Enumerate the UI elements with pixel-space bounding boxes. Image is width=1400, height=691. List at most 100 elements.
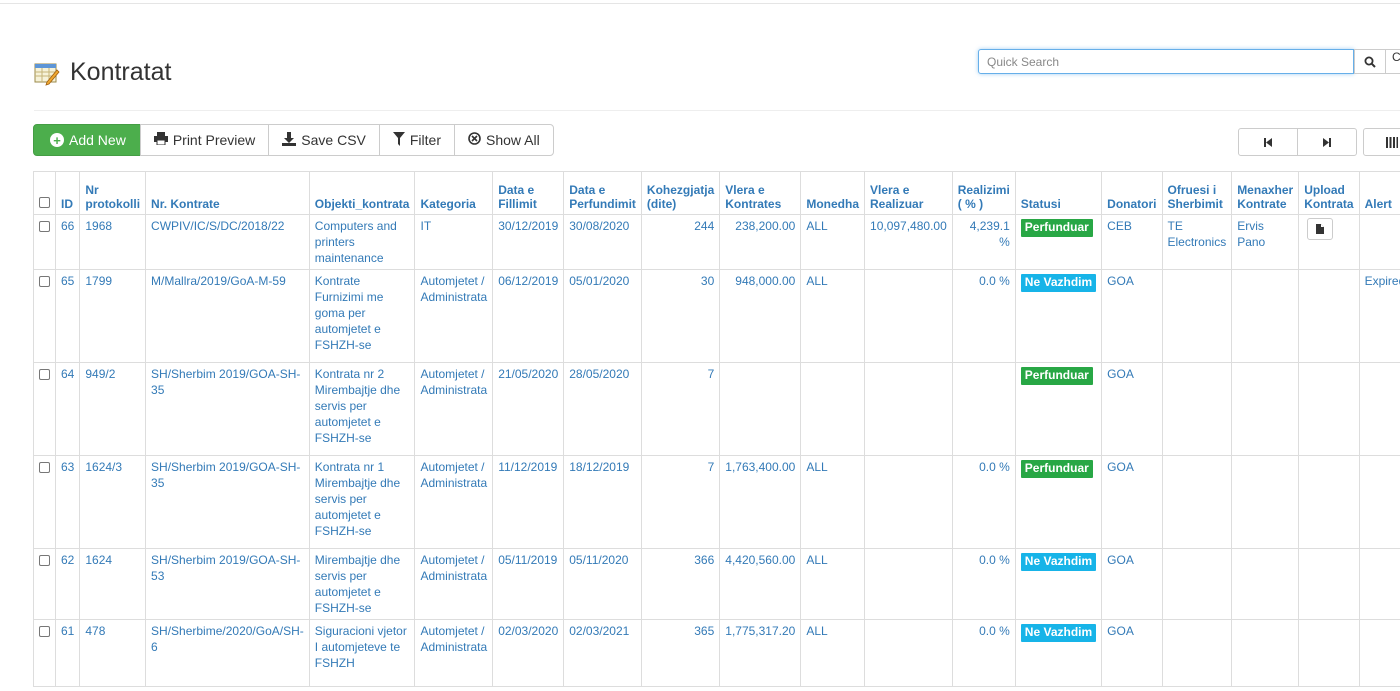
col-kategoria[interactable]: Kategoria bbox=[414, 171, 494, 215]
cell-ofruesi[interactable] bbox=[1161, 548, 1233, 620]
row-checkbox[interactable] bbox=[39, 369, 50, 380]
cell-menaxher[interactable] bbox=[1231, 455, 1300, 549]
cell-realizimi[interactable]: 0.0 % bbox=[951, 548, 1016, 620]
cell-donatori[interactable]: GOA bbox=[1101, 548, 1163, 620]
col-data-fillimit[interactable]: Data e Fillimit bbox=[492, 171, 565, 215]
cell-donatori[interactable]: GOA bbox=[1101, 619, 1163, 687]
table-row[interactable]: 66 1968 CWPIV/IC/S/DC/2018/22 Computers … bbox=[33, 214, 1400, 270]
print-preview-button[interactable]: Print Preview bbox=[139, 124, 270, 156]
cell-id[interactable]: 66 bbox=[54, 214, 81, 270]
cell-kategoria[interactable]: Automjetet / Administrata bbox=[414, 362, 494, 456]
cell-alert[interactable] bbox=[1358, 362, 1400, 456]
cell-realizimi[interactable]: 4,239.1 % bbox=[951, 214, 1016, 270]
cell-vlera-realizuar[interactable] bbox=[864, 548, 953, 620]
cell-objekti[interactable]: Siguracioni vjetor I automjeteve te FSHZ… bbox=[308, 619, 416, 687]
cell-nr-kontrate[interactable]: M/Mallra/2019/GoA-M-59 bbox=[145, 269, 310, 363]
col-data-perfundimit[interactable]: Data e Perfundimit bbox=[563, 171, 642, 215]
cell-kategoria[interactable]: Automjetet / Administrata bbox=[414, 269, 494, 363]
cell-monedha[interactable]: ALL bbox=[800, 548, 866, 620]
cell-objekti[interactable]: Kontrata nr 1 Mirembajtje dhe servis per… bbox=[308, 455, 416, 549]
cell-menaxher[interactable] bbox=[1231, 548, 1300, 620]
cell-nr-protokolli[interactable]: 1624/3 bbox=[79, 455, 147, 549]
col-donatori[interactable]: Donatori bbox=[1101, 171, 1163, 215]
cell-menaxher[interactable]: Ervis Pano bbox=[1231, 214, 1300, 270]
cell-alert[interactable] bbox=[1358, 455, 1400, 549]
cell-data-fillimit[interactable]: 11/12/2019 bbox=[492, 455, 565, 549]
cell-kohezgjatja[interactable]: 244 bbox=[640, 214, 721, 270]
table-row[interactable]: 61 478 SH/Sherbime/2020/GoA/SH-6 Sigurac… bbox=[33, 619, 1400, 687]
cell-alert[interactable] bbox=[1358, 214, 1400, 270]
cell-nr-protokolli[interactable]: 949/2 bbox=[79, 362, 147, 456]
search-options-button[interactable]: C bbox=[1386, 49, 1400, 74]
cell-donatori[interactable]: CEB bbox=[1101, 214, 1163, 270]
col-upload[interactable]: Upload Kontrata bbox=[1298, 171, 1360, 215]
cell-ofruesi[interactable]: TE Electronics bbox=[1161, 214, 1233, 270]
cell-monedha[interactable]: ALL bbox=[800, 269, 866, 363]
cell-ofruesi[interactable] bbox=[1161, 455, 1233, 549]
cell-menaxher[interactable] bbox=[1231, 362, 1300, 456]
cell-vlera-kontrates[interactable]: 948,000.00 bbox=[719, 269, 802, 363]
cell-id[interactable]: 62 bbox=[54, 548, 81, 620]
row-checkbox[interactable] bbox=[39, 462, 50, 473]
cell-kohezgjatja[interactable]: 7 bbox=[640, 362, 721, 456]
cell-objekti[interactable]: Kontrata nr 2 Mirembajtje dhe servis per… bbox=[308, 362, 416, 456]
cell-kategoria[interactable]: Automjetet / Administrata bbox=[414, 619, 494, 687]
col-nr-kontrate[interactable]: Nr. Kontrate bbox=[145, 171, 310, 215]
cell-monedha[interactable]: ALL bbox=[800, 214, 866, 270]
cell-ofruesi[interactable] bbox=[1161, 362, 1233, 456]
cell-kategoria[interactable]: Automjetet / Administrata bbox=[414, 548, 494, 620]
show-all-button[interactable]: Show All bbox=[454, 124, 554, 156]
col-objekti[interactable]: Objekti_kontrata bbox=[308, 171, 416, 215]
select-all-cell[interactable] bbox=[33, 171, 56, 215]
cell-data-perfundimit[interactable]: 05/11/2020 bbox=[563, 548, 642, 620]
cell-nr-protokolli[interactable]: 1799 bbox=[79, 269, 147, 363]
cell-kategoria[interactable]: IT bbox=[414, 214, 494, 270]
cell-alert[interactable]: Expired bbox=[1358, 269, 1400, 363]
row-checkbox[interactable] bbox=[39, 221, 50, 232]
cell-data-perfundimit[interactable]: 30/08/2020 bbox=[563, 214, 642, 270]
cell-id[interactable]: 61 bbox=[54, 619, 81, 687]
upload-button[interactable] bbox=[1307, 218, 1334, 240]
row-checkbox[interactable] bbox=[39, 276, 50, 287]
col-menaxher[interactable]: Menaxher Kontrate bbox=[1231, 171, 1300, 215]
cell-realizimi[interactable]: 0.0 % bbox=[951, 619, 1016, 687]
quick-search-input[interactable] bbox=[978, 49, 1354, 74]
filter-button[interactable]: Filter bbox=[378, 124, 455, 156]
row-checkbox[interactable] bbox=[39, 555, 50, 566]
col-vlera-realizuar[interactable]: Vlera e Realizuar bbox=[864, 171, 953, 215]
cell-nr-protokolli[interactable]: 1968 bbox=[79, 214, 147, 270]
col-nr-protokolli[interactable]: Nr protokolli bbox=[79, 171, 147, 215]
cell-kohezgjatja[interactable]: 30 bbox=[640, 269, 721, 363]
cell-realizimi[interactable]: 0.0 % bbox=[951, 269, 1016, 363]
cell-nr-kontrate[interactable]: SH/Sherbim 2019/GOA-SH-35 bbox=[145, 362, 310, 456]
cell-realizimi[interactable] bbox=[951, 362, 1016, 456]
col-realizimi[interactable]: Realizimi ( % ) bbox=[951, 171, 1016, 215]
cell-kohezgjatja[interactable]: 366 bbox=[640, 548, 721, 620]
cell-vlera-realizuar[interactable]: 10,097,480.00 bbox=[864, 214, 953, 270]
cell-vlera-kontrates[interactable]: 4,420,560.00 bbox=[719, 548, 802, 620]
cell-nr-kontrate[interactable]: SH/Sherbim 2019/GOA-SH-35 bbox=[145, 455, 310, 549]
cell-nr-protokolli[interactable]: 1624 bbox=[79, 548, 147, 620]
cell-menaxher[interactable] bbox=[1231, 619, 1300, 687]
col-monedha[interactable]: Monedha bbox=[800, 171, 866, 215]
cell-data-fillimit[interactable]: 21/05/2020 bbox=[492, 362, 565, 456]
cell-data-perfundimit[interactable]: 05/01/2020 bbox=[563, 269, 642, 363]
cell-alert[interactable] bbox=[1358, 548, 1400, 620]
select-all-checkbox[interactable] bbox=[39, 197, 50, 208]
search-button[interactable] bbox=[1354, 49, 1386, 74]
columns-button[interactable] bbox=[1363, 128, 1400, 156]
col-alert[interactable]: Alert bbox=[1358, 171, 1400, 215]
cell-nr-kontrate[interactable]: CWPIV/IC/S/DC/2018/22 bbox=[145, 214, 310, 270]
cell-objekti[interactable]: Kontrate Furnizimi me goma per automjete… bbox=[308, 269, 416, 363]
cell-vlera-kontrates[interactable]: 1,763,400.00 bbox=[719, 455, 802, 549]
cell-ofruesi[interactable] bbox=[1161, 619, 1233, 687]
cell-id[interactable]: 65 bbox=[54, 269, 81, 363]
cell-data-fillimit[interactable]: 30/12/2019 bbox=[492, 214, 565, 270]
cell-vlera-realizuar[interactable] bbox=[864, 455, 953, 549]
cell-objekti[interactable]: Mirembajtje dhe servis per automjetet e … bbox=[308, 548, 416, 620]
cell-vlera-realizuar[interactable] bbox=[864, 619, 953, 687]
table-row[interactable]: 65 1799 M/Mallra/2019/GoA-M-59 Kontrate … bbox=[33, 269, 1400, 363]
table-row[interactable]: 62 1624 SH/Sherbim 2019/GOA-SH-53 Miremb… bbox=[33, 548, 1400, 620]
col-ofruesi[interactable]: Ofruesi i Sherbimit bbox=[1161, 171, 1233, 215]
cell-nr-kontrate[interactable]: SH/Sherbim 2019/GOA-SH-53 bbox=[145, 548, 310, 620]
